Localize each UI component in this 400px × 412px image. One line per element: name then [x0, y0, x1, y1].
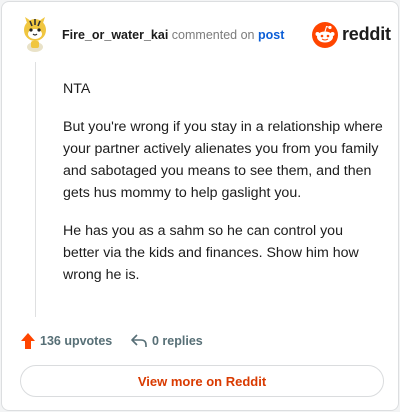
post-link[interactable]: post: [258, 28, 284, 42]
reddit-logo[interactable]: reddit: [312, 22, 391, 48]
view-more-button[interactable]: View more on Reddit: [20, 365, 384, 397]
reddit-alien-icon: [312, 22, 338, 48]
replies-count: 0 replies: [152, 334, 203, 348]
comment-paragraph: NTA: [63, 81, 91, 97]
comment-meta: Fire_or_water_kai commented on post: [62, 27, 284, 43]
upvote-button[interactable]: 136 upvotes: [20, 331, 112, 351]
reddit-wordmark: reddit: [342, 24, 391, 44]
thread-line: [35, 62, 36, 317]
comment-paragraph: But you're wrong if you stay in a relati…: [63, 119, 383, 201]
upvotes-count: 136 upvotes: [40, 334, 113, 348]
tiger-avatar-icon[interactable]: [22, 16, 48, 52]
reply-arrow-icon: [131, 334, 147, 347]
username-link[interactable]: Fire_or_water_kai: [62, 28, 168, 42]
comment-embed-card: Fire_or_water_kai commented on post redd…: [1, 1, 399, 411]
comment-header: Fire_or_water_kai commented on post redd…: [2, 2, 398, 66]
upvote-arrow-icon: [21, 333, 35, 349]
comment-paragraph: He has you as a sahm so he can control y…: [63, 223, 359, 283]
reply-button[interactable]: 0 replies: [130, 331, 203, 351]
action-text: commented on: [171, 28, 255, 42]
comment-actions: 136 upvotes 0 replies: [20, 331, 380, 353]
comment-body: NTA But you're wrong if you stay in a re…: [63, 78, 383, 302]
